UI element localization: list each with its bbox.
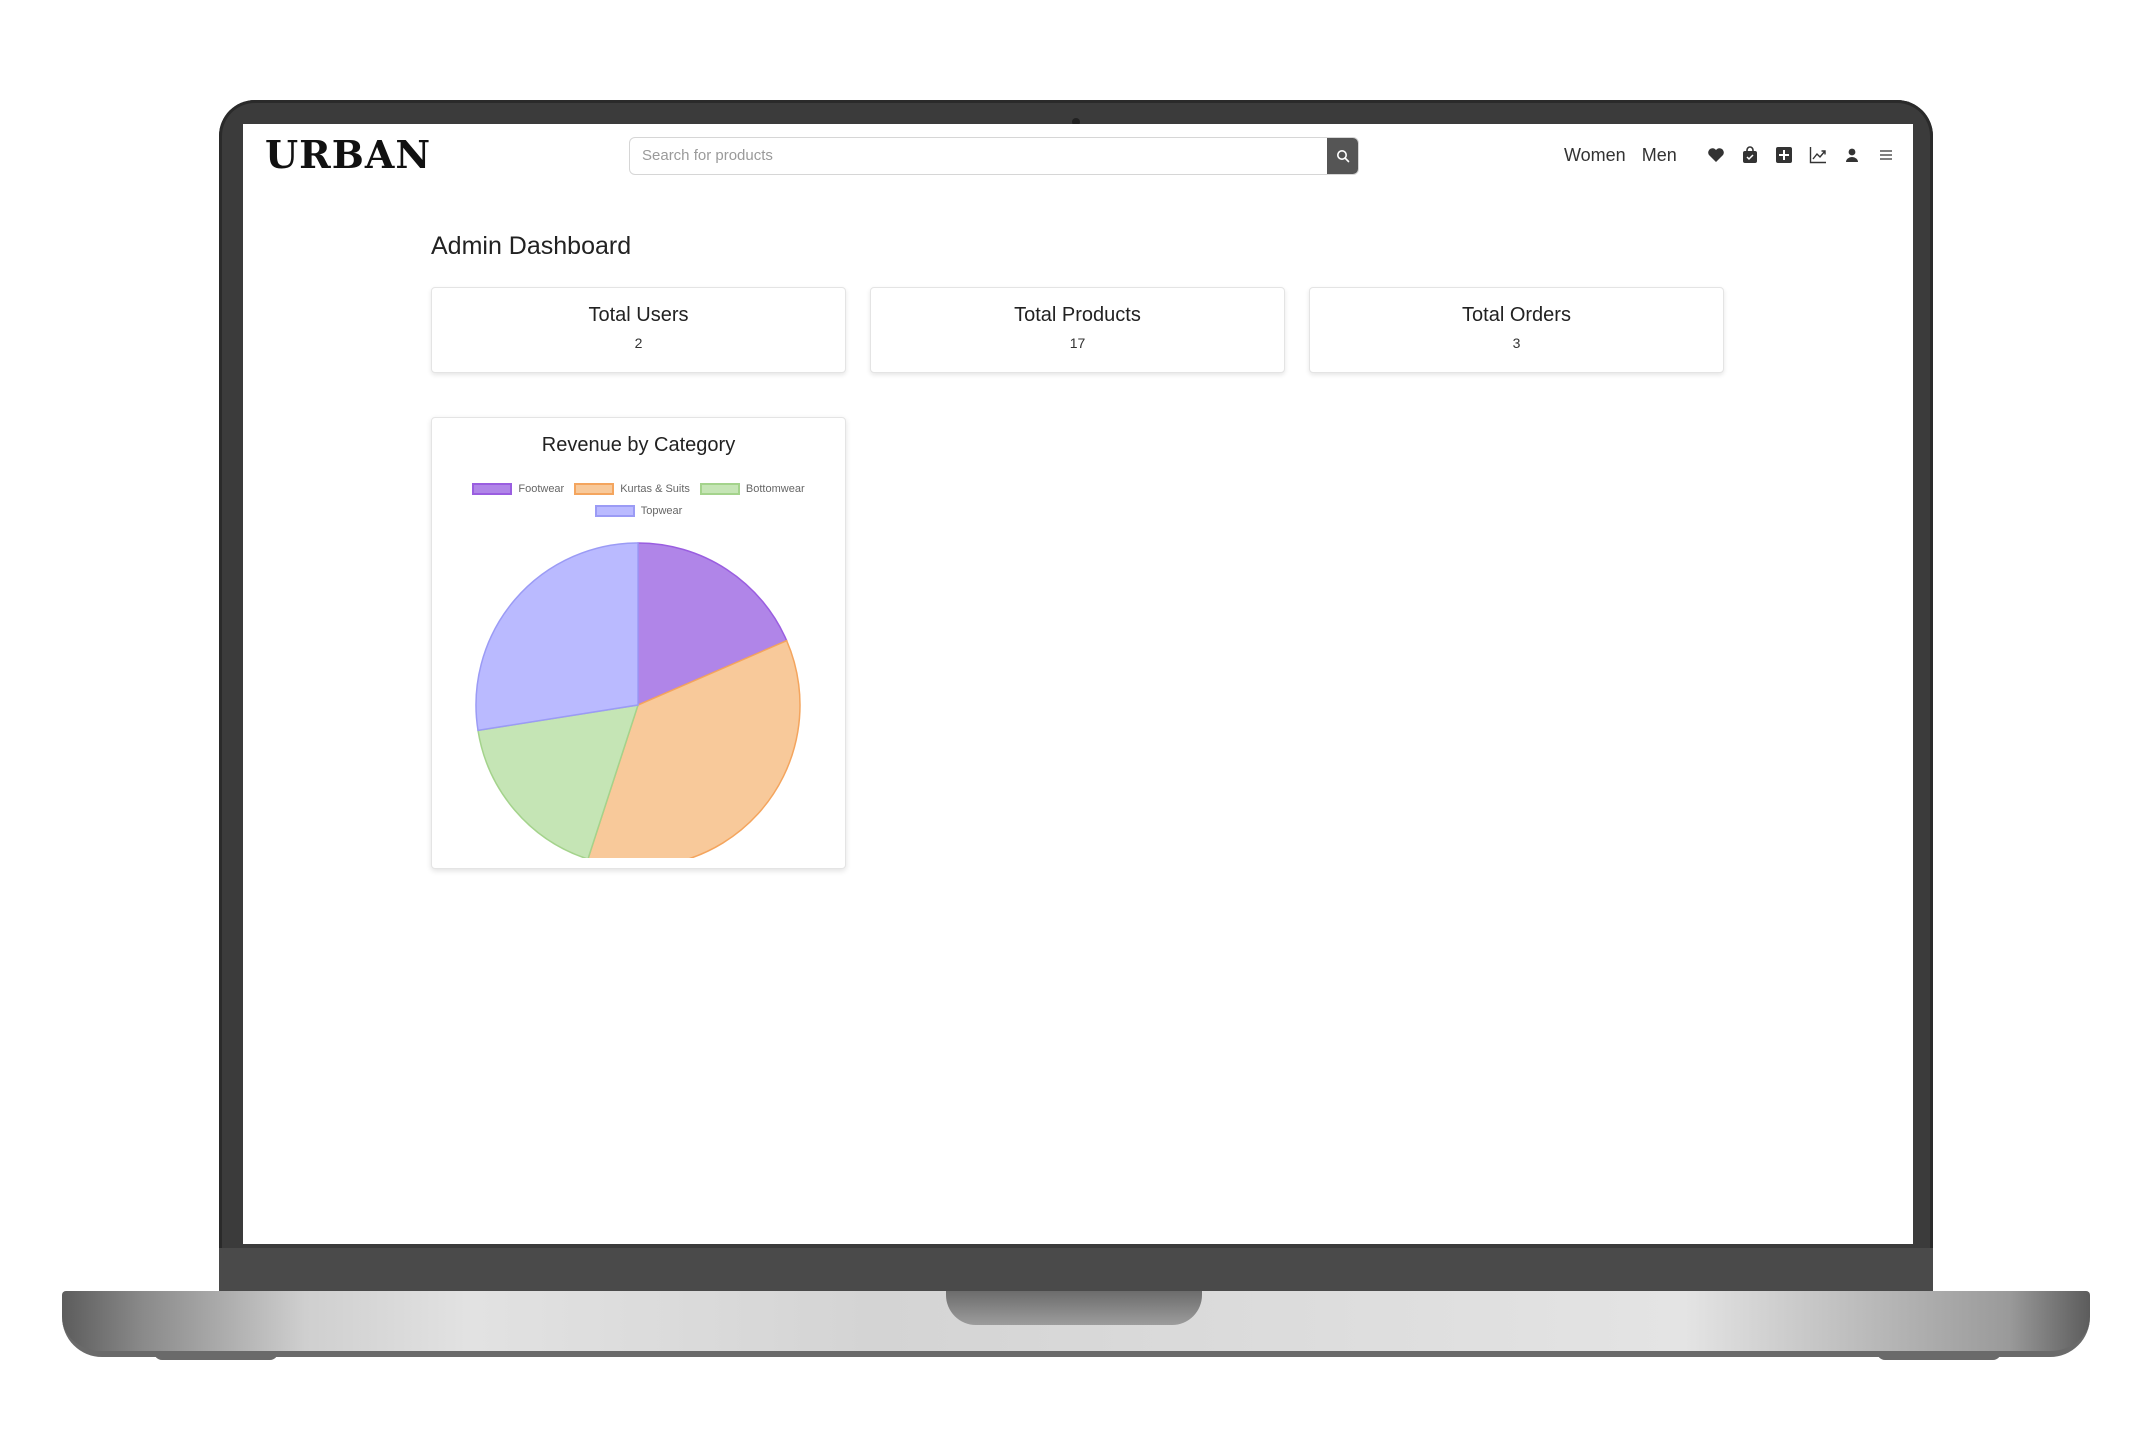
search-button[interactable]	[1327, 138, 1358, 174]
add-box-icon[interactable]	[1773, 144, 1795, 166]
shopping-bag-icon[interactable]	[1739, 144, 1761, 166]
search-input[interactable]	[630, 138, 1320, 172]
page-title: Admin Dashboard	[431, 232, 632, 260]
legend-item-topwear[interactable]: Topwear	[594, 505, 683, 517]
legend-label: Footwear	[518, 483, 565, 495]
stat-label: Total Users	[588, 304, 689, 326]
nav-link-women[interactable]: Women	[1564, 145, 1626, 166]
stat-card-orders: Total Orders 3	[1309, 287, 1724, 373]
stat-value: 2	[634, 335, 643, 351]
legend-swatch	[574, 483, 615, 495]
laptop-notch	[946, 1291, 1202, 1325]
brand-logo[interactable]: URBAN	[265, 132, 431, 177]
stat-card-users: Total Users 2	[431, 287, 846, 373]
legend-label: Topwear	[640, 505, 683, 517]
legend-swatch	[594, 505, 635, 517]
legend-item-kurtas-suits[interactable]: Kurtas & Suits	[574, 483, 690, 495]
stat-label: Total Orders	[1462, 304, 1571, 326]
legend-label: Kurtas & Suits	[620, 483, 690, 495]
legend-swatch	[472, 483, 513, 495]
menu-icon[interactable]	[1875, 144, 1897, 166]
legend-item-bottomwear[interactable]: Bottomwear	[699, 483, 805, 495]
laptop-bezel-bottom	[219, 1248, 1933, 1292]
pie-slice-topwear[interactable]	[475, 542, 639, 732]
screen: URBAN Women Men	[243, 124, 1913, 1244]
chart-title: Revenue by Category	[541, 434, 736, 456]
stat-value: 3	[1512, 335, 1521, 351]
search-bar	[629, 137, 1359, 175]
navbar: URBAN Women Men	[243, 124, 1913, 184]
search-icon	[1336, 150, 1349, 163]
legend-row: Footwear Kurtas & Suits Bottomwear	[432, 478, 845, 500]
pie-chart	[475, 542, 801, 858]
stat-label: Total Products	[1014, 304, 1141, 326]
legend-swatch	[699, 483, 740, 495]
trending-chart-icon[interactable]	[1807, 144, 1829, 166]
nav-links: Women Men	[1564, 142, 1897, 168]
stat-card-products: Total Products 17	[870, 287, 1285, 373]
laptop-foot-right	[1877, 1352, 2001, 1360]
revenue-chart-card: Revenue by Category Footwear Kurtas & Su…	[431, 417, 846, 869]
nav-link-men[interactable]: Men	[1642, 145, 1677, 166]
laptop-foot-left	[154, 1352, 278, 1360]
chart-legend: Footwear Kurtas & Suits Bottomwear Topwe…	[432, 478, 845, 522]
heart-icon[interactable]	[1705, 144, 1727, 166]
user-icon[interactable]	[1841, 144, 1863, 166]
legend-label: Bottomwear	[745, 483, 805, 495]
stat-value: 17	[1069, 335, 1086, 351]
legend-item-footwear[interactable]: Footwear	[472, 483, 564, 495]
